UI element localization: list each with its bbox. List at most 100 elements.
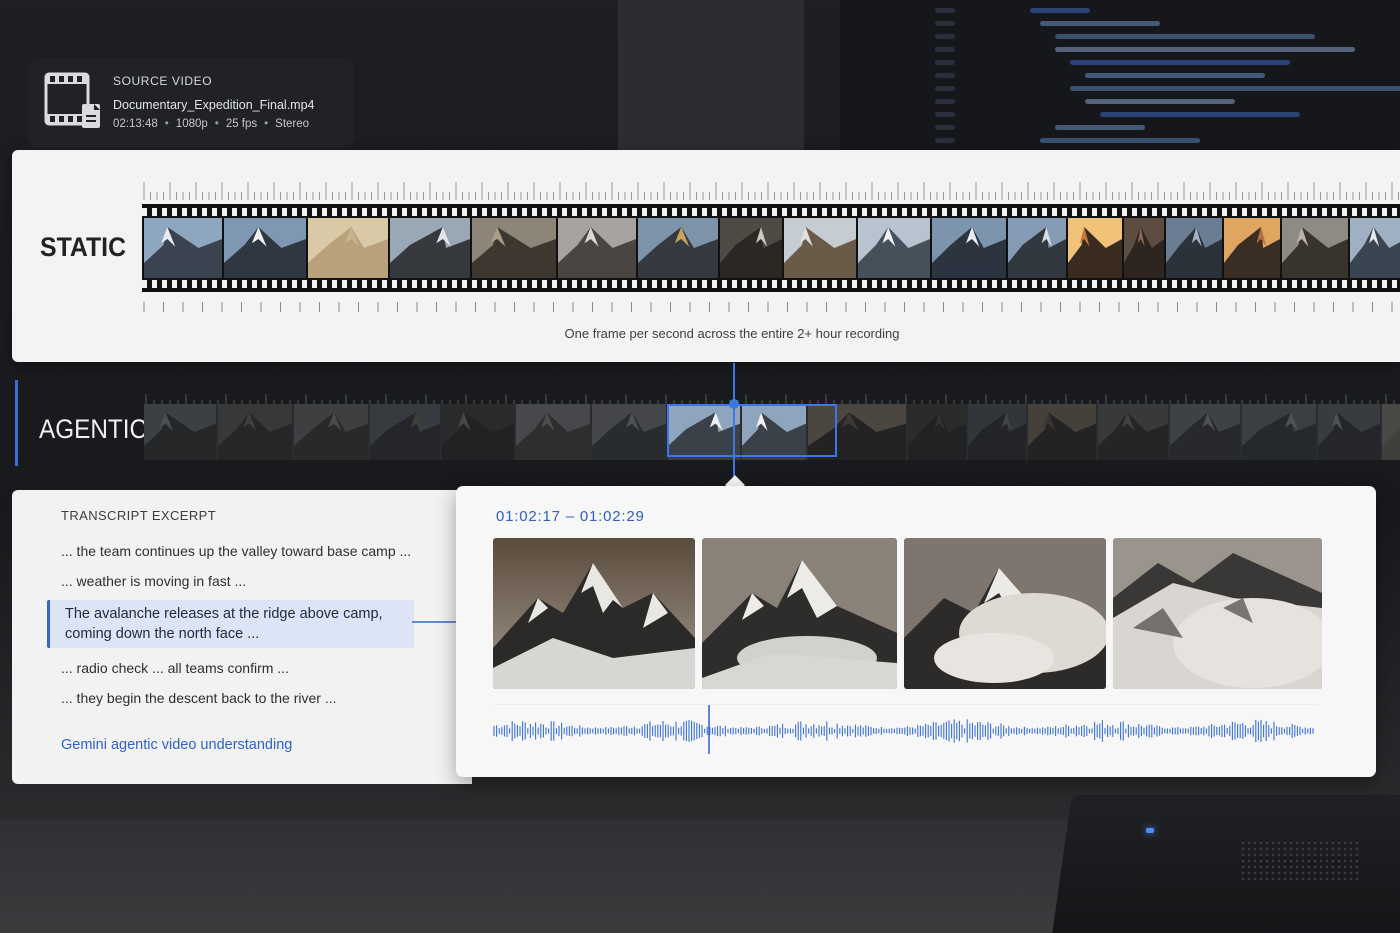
static-frame-thumbnail[interactable] <box>390 218 470 278</box>
agentic-frame-dimmed[interactable] <box>1098 404 1168 460</box>
static-frame-thumbnail[interactable] <box>1068 218 1122 278</box>
clip-frames <box>493 538 1322 689</box>
agentic-frame-dimmed[interactable] <box>294 404 368 460</box>
static-frame-thumbnail[interactable] <box>720 218 782 278</box>
line-gutter <box>935 8 955 13</box>
server-led-icon <box>1146 828 1154 833</box>
static-frame-thumbnail[interactable] <box>784 218 856 278</box>
agentic-ruler <box>145 394 1395 404</box>
code-line <box>1055 34 1315 39</box>
static-frame-thumbnail[interactable] <box>558 218 636 278</box>
playhead[interactable] <box>733 363 735 483</box>
static-frame-thumbnail[interactable] <box>1124 218 1164 278</box>
avalanche-frame-4[interactable] <box>1113 538 1322 689</box>
line-gutter <box>935 21 955 26</box>
static-caption: One frame per second across the entire 2… <box>564 326 900 341</box>
avalanche-frame-2[interactable] <box>702 538 897 689</box>
source-filename: Documentary_Expedition_Final.mp4 <box>113 98 315 112</box>
code-line <box>1055 47 1355 52</box>
agentic-title: AGENTIC <box>39 414 148 444</box>
line-gutter <box>935 47 955 52</box>
transcript-line[interactable]: ... radio check ... all teams confirm ..… <box>61 660 289 676</box>
transcript-line[interactable]: ... the team continues up the valley tow… <box>61 543 411 559</box>
highlight-text-line: coming down the north face ... <box>65 625 260 642</box>
static-frame-thumbnail[interactable] <box>932 218 1006 278</box>
highlight-text-line: The avalanche releases at the ridge abov… <box>65 606 383 622</box>
code-line <box>1030 8 1090 13</box>
film-perforation <box>142 208 1400 216</box>
agentic-frame-dimmed[interactable] <box>370 404 440 460</box>
source-label: SOURCE VIDEO <box>113 74 213 88</box>
transcript-heading: TRANSCRIPT EXCERPT <box>61 508 217 523</box>
line-gutter <box>935 60 955 65</box>
source-video-card[interactable]: SOURCE VIDEO Documentary_Expedition_Fina… <box>28 58 354 148</box>
transcript-highlighted-line[interactable]: The avalanche releases at the ridge abov… <box>47 600 414 648</box>
code-line <box>1085 99 1235 104</box>
agentic-frame-dimmed[interactable] <box>144 404 216 460</box>
static-frame-thumbnail[interactable] <box>472 218 556 278</box>
avalanche-frame-1[interactable] <box>493 538 695 689</box>
agentic-frame-dimmed[interactable] <box>1170 404 1240 460</box>
transcript-line[interactable]: ... weather is moving in fast ... <box>61 573 246 589</box>
static-frame-thumbnail[interactable] <box>858 218 930 278</box>
code-line <box>1100 112 1300 117</box>
static-frame-thumbnail[interactable] <box>224 218 306 278</box>
static-panel: STATIC One frame per second across the e… <box>12 150 1400 362</box>
avalanche-frame-3[interactable] <box>904 538 1106 689</box>
agentic-frame-dimmed[interactable] <box>218 404 292 460</box>
background-code-monitor <box>840 0 1400 150</box>
code-line <box>1070 60 1290 65</box>
agentic-frame-dimmed[interactable] <box>516 404 590 460</box>
agentic-selected-segment[interactable] <box>667 404 837 457</box>
static-ruler-top <box>143 182 1399 200</box>
line-gutter <box>935 34 955 39</box>
source-duration: 02:13:48 <box>113 118 158 130</box>
film-perforation <box>142 280 1400 288</box>
transcript-card: TRANSCRIPT EXCERPT ... the team continue… <box>12 490 472 784</box>
static-frame-thumbnail[interactable] <box>1166 218 1222 278</box>
static-frame-thumbnail[interactable] <box>1008 218 1066 278</box>
code-line <box>1040 21 1160 26</box>
agentic-frame-dimmed[interactable] <box>1242 404 1316 460</box>
agentic-frame-dimmed[interactable] <box>908 404 966 460</box>
static-frame-thumbnail[interactable] <box>1282 218 1348 278</box>
static-frame-thumbnail[interactable] <box>308 218 388 278</box>
code-line <box>1085 73 1265 78</box>
gemini-link[interactable]: Gemini agentic video understanding <box>61 737 292 753</box>
clip-time-range: 01:02:17 – 01:02:29 <box>496 508 645 525</box>
static-frame-thumbnail[interactable] <box>638 218 718 278</box>
static-frames <box>144 218 1400 278</box>
line-gutter <box>935 125 955 130</box>
code-line <box>1055 125 1145 130</box>
separator-dot: • <box>164 118 169 130</box>
static-frame-thumbnail[interactable] <box>1350 218 1400 278</box>
agentic-frame-dimmed[interactable] <box>968 404 1026 460</box>
static-frame-thumbnail[interactable] <box>1224 218 1280 278</box>
agentic-frame-dimmed[interactable] <box>442 404 514 460</box>
separator-dot: • <box>264 118 269 130</box>
source-fps: 25 fps <box>225 118 258 130</box>
background-panel <box>618 0 804 150</box>
line-gutter <box>935 138 955 143</box>
source-audio: Stereo <box>275 118 310 130</box>
line-gutter <box>935 99 955 104</box>
line-gutter <box>935 73 955 78</box>
code-line <box>1040 138 1200 143</box>
line-gutter <box>935 86 955 91</box>
audio-waveform[interactable] <box>493 704 1319 758</box>
video-file-icon <box>44 72 100 128</box>
static-filmstrip[interactable] <box>142 204 1400 292</box>
agentic-frame-dimmed[interactable] <box>592 404 666 460</box>
line-gutter <box>935 112 955 117</box>
source-resolution: 1080p <box>175 118 208 130</box>
playhead-handle[interactable] <box>729 399 739 409</box>
transcript-line[interactable]: ... they begin the descent back to the r… <box>61 690 337 706</box>
agentic-frame-dimmed[interactable] <box>1382 404 1400 460</box>
agentic-frame-dimmed[interactable] <box>1028 404 1096 460</box>
agentic-frame-dimmed[interactable] <box>1318 404 1380 460</box>
static-ruler-bottom <box>143 302 1393 312</box>
source-metadata: 02:13:48 • 1080p • 25 fps • Stereo <box>113 118 309 130</box>
separator-dot: • <box>214 118 219 130</box>
code-line <box>1070 86 1400 91</box>
static-frame-thumbnail[interactable] <box>144 218 222 278</box>
